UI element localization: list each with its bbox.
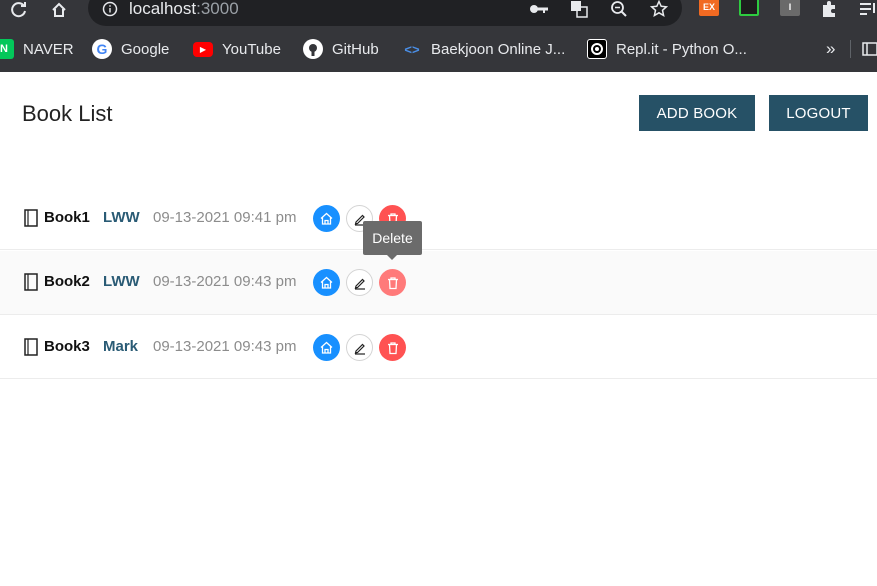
- edit-icon: [354, 343, 365, 355]
- reading-list-bookmark-icon[interactable]: [862, 35, 877, 63]
- book-icon: [24, 273, 38, 291]
- book-title[interactable]: Book3: [44, 338, 90, 355]
- bookmark-baekjoon[interactable]: <> Baekjoon Online J...: [402, 35, 565, 63]
- url-port: :3000: [196, 0, 239, 18]
- extensions-puzzle-icon[interactable]: [818, 0, 840, 19]
- url-host: localhost: [129, 0, 197, 18]
- bookmark-naver[interactable]: N NAVER: [0, 35, 74, 63]
- home-button[interactable]: [313, 334, 340, 361]
- book-title[interactable]: Book1: [44, 209, 90, 226]
- book-row: Book2 LWW 09-13-2021 09:43 pm: [0, 251, 877, 315]
- bookmark-label: Repl.it - Python O...: [616, 40, 747, 58]
- book-row: Book1 LWW 09-13-2021 09:41 pm: [0, 186, 877, 250]
- bookmark-label: YouTube: [222, 40, 281, 58]
- book-icon: [24, 338, 38, 356]
- youtube-icon: ▶: [193, 41, 213, 57]
- reload-icon[interactable]: [8, 0, 30, 20]
- edit-button[interactable]: [346, 334, 373, 361]
- extension-green-icon[interactable]: [739, 0, 759, 16]
- bookmark-star-icon[interactable]: [648, 0, 670, 19]
- site-info-icon[interactable]: [100, 0, 120, 19]
- url-text: localhost:3000: [129, 0, 239, 20]
- bookmark-label: GitHub: [332, 40, 379, 58]
- extension-i-icon[interactable]: I: [780, 0, 800, 16]
- bookmark-github[interactable]: GitHub: [303, 35, 379, 63]
- page-title: Book List: [22, 101, 113, 126]
- bookmarks-divider: [850, 40, 851, 58]
- github-icon: [303, 39, 323, 59]
- bookmark-label: Google: [121, 40, 170, 58]
- naver-icon: N: [0, 39, 14, 59]
- browser-chrome: localhost:3000 EX I N NAVER G Google ▶ Y…: [0, 0, 877, 72]
- replit-icon: [587, 39, 607, 59]
- bookmarks-bar: N NAVER G Google ▶ YouTube GitHub <> Bae…: [0, 35, 877, 63]
- bookmark-youtube[interactable]: ▶ YouTube: [193, 35, 281, 63]
- home-icon[interactable]: [48, 0, 70, 20]
- book-date: 09-13-2021 09:43 pm: [153, 338, 297, 355]
- google-icon: G: [92, 39, 112, 59]
- extension-ex-icon[interactable]: EX: [699, 0, 719, 16]
- delete-button[interactable]: [379, 269, 406, 296]
- edit-icon: [354, 278, 365, 290]
- add-book-button[interactable]: ADD BOOK: [639, 95, 755, 131]
- home-button[interactable]: [313, 205, 340, 232]
- zoom-out-icon[interactable]: [608, 0, 630, 19]
- book-author: LWW: [103, 209, 140, 226]
- bookmark-label: NAVER: [23, 40, 74, 58]
- book-icon: [24, 209, 38, 227]
- delete-button[interactable]: [379, 334, 406, 361]
- browser-toolbar: localhost:3000 EX I: [0, 0, 877, 26]
- book-date: 09-13-2021 09:43 pm: [153, 273, 297, 290]
- reading-list-icon[interactable]: [857, 0, 877, 19]
- trash-icon: [387, 341, 398, 354]
- edit-button[interactable]: [346, 269, 373, 296]
- home-icon: [320, 341, 333, 354]
- trash-icon: [387, 276, 398, 289]
- delete-tooltip: Delete: [363, 221, 422, 260]
- book-author: Mark: [103, 338, 139, 355]
- bookmark-google[interactable]: G Google: [92, 35, 169, 63]
- bookmark-label: Baekjoon Online J...: [431, 40, 566, 58]
- book-date: 09-13-2021 09:41 pm: [153, 209, 297, 226]
- home-icon: [320, 212, 333, 225]
- logout-button[interactable]: LOGOUT: [769, 95, 868, 131]
- code-icon: <>: [404, 41, 420, 57]
- home-button[interactable]: [313, 269, 340, 296]
- bookmark-replit[interactable]: Repl.it - Python O...: [587, 35, 747, 63]
- home-icon: [320, 276, 333, 289]
- key-icon[interactable]: [528, 0, 550, 19]
- book-author: LWW: [103, 273, 140, 290]
- book-title[interactable]: Book2: [44, 273, 90, 290]
- translate-icon[interactable]: [568, 0, 590, 19]
- book-row: Book3 Mark 09-13-2021 09:43 pm: [0, 315, 877, 379]
- bookmarks-overflow[interactable]: »: [826, 35, 835, 63]
